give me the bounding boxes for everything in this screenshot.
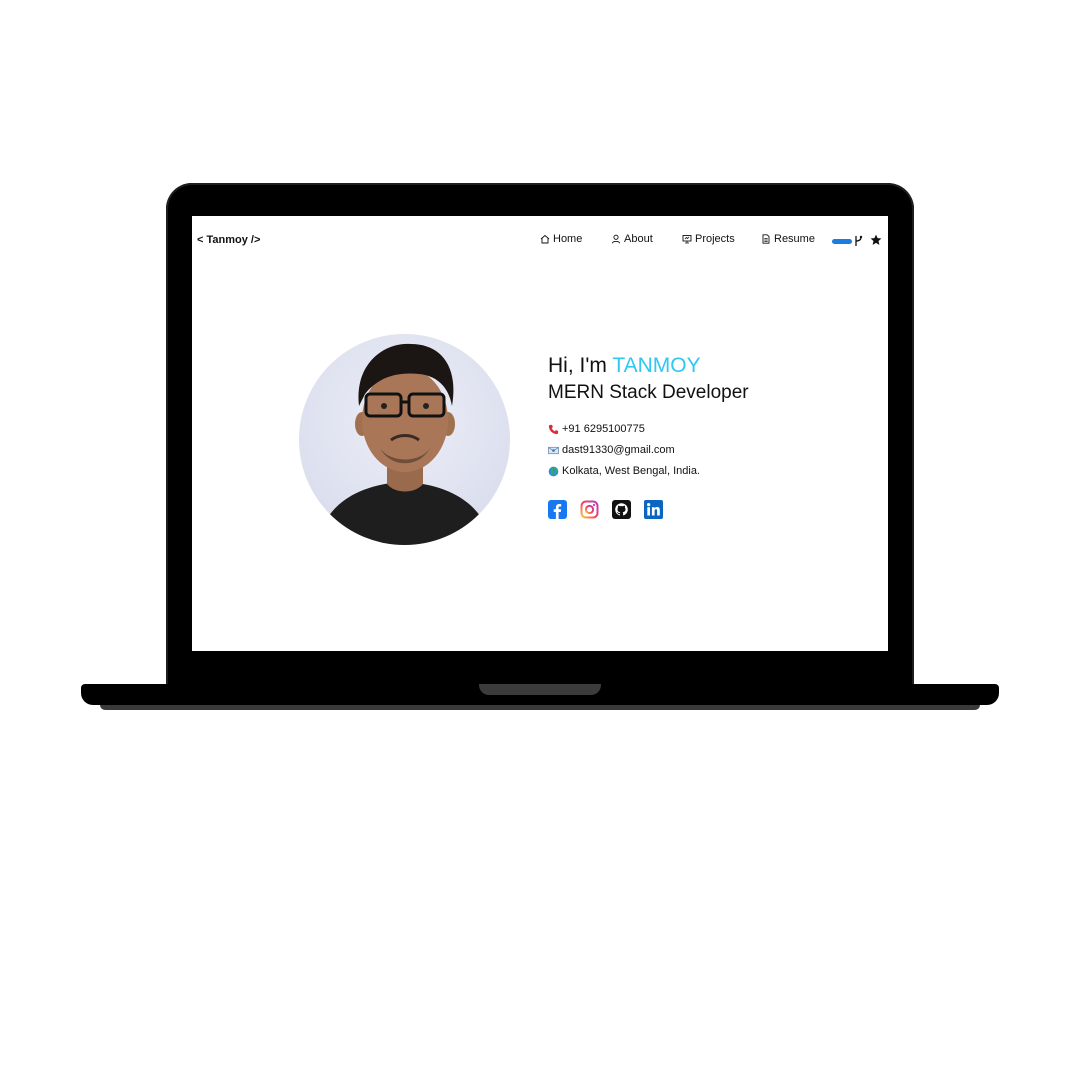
contact-list: +91 6295100775 dast91330@gmail.com Kolka… xyxy=(548,419,749,481)
fork-icon[interactable] xyxy=(854,235,863,247)
instagram-icon[interactable] xyxy=(580,500,599,519)
facebook-icon[interactable] xyxy=(548,500,567,519)
document-icon xyxy=(762,234,770,244)
laptop-base-shadow xyxy=(100,705,980,710)
nav-about-label: About xyxy=(624,233,653,245)
laptop-notch xyxy=(479,684,601,695)
home-icon xyxy=(540,234,550,244)
nav-about[interactable]: About xyxy=(611,233,653,245)
globe-icon xyxy=(548,466,559,476)
phone-icon xyxy=(548,424,559,434)
social-links xyxy=(548,500,663,519)
nav-resume-label: Resume xyxy=(774,233,815,245)
greeting-text: Hi, I'm xyxy=(548,354,607,377)
linkedin-icon[interactable] xyxy=(644,500,663,519)
user-icon xyxy=(611,234,621,244)
email-icon xyxy=(548,446,559,454)
profile-photo xyxy=(317,343,492,545)
nav-home[interactable]: Home xyxy=(540,233,582,245)
profile-avatar xyxy=(299,334,510,545)
brand-logo[interactable]: < Tanmoy /> xyxy=(197,234,260,246)
laptop-mockup: < Tanmoy /> Home About Projects Resume H… xyxy=(0,0,1080,1080)
nav-projects-label: Projects xyxy=(695,233,735,245)
hero-greeting: Hi, I'm TANMOY xyxy=(548,353,749,379)
contact-email[interactable]: dast91330@gmail.com xyxy=(548,440,749,460)
email-address: dast91330@gmail.com xyxy=(562,444,675,456)
navbar: < Tanmoy /> Home About Projects Resume xyxy=(192,216,888,266)
hero-section: Hi, I'm TANMOY MERN Stack Developer +91 … xyxy=(548,353,749,481)
nav-projects[interactable]: Projects xyxy=(682,233,735,245)
phone-number: +91 6295100775 xyxy=(562,423,645,435)
nav-home-label: Home xyxy=(553,233,583,245)
nav-resume[interactable]: Resume xyxy=(761,233,815,245)
location-text: Kolkata, West Bengal, India. xyxy=(562,465,700,477)
github-icon[interactable] xyxy=(612,500,631,519)
contact-phone[interactable]: +91 6295100775 xyxy=(548,419,749,439)
hero-role: MERN Stack Developer xyxy=(548,382,749,403)
laptop-screen: < Tanmoy /> Home About Projects Resume H… xyxy=(192,216,888,651)
contact-location[interactable]: Kolkata, West Bengal, India. xyxy=(548,461,749,481)
star-icon[interactable] xyxy=(870,234,882,246)
theme-toggle[interactable] xyxy=(832,239,852,244)
presentation-icon xyxy=(682,235,692,244)
hero-name: TANMOY xyxy=(612,354,701,377)
